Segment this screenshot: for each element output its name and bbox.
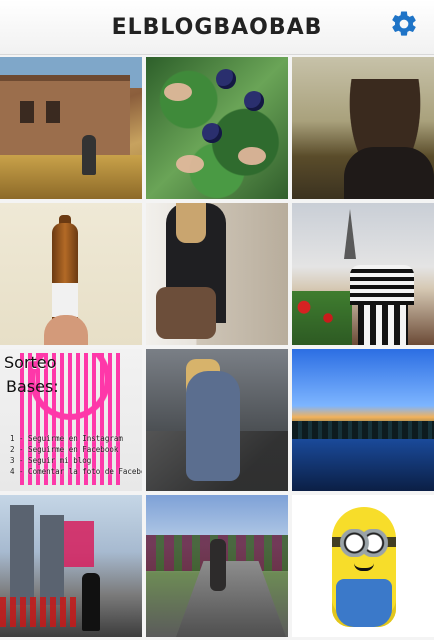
photo-tile-11[interactable] xyxy=(146,495,288,637)
quinoa xyxy=(238,147,266,165)
grass xyxy=(0,155,142,199)
person xyxy=(186,371,240,481)
hand xyxy=(44,315,88,345)
road xyxy=(176,561,286,637)
building xyxy=(40,515,64,605)
blueberry xyxy=(216,69,236,89)
person xyxy=(82,135,96,175)
lake xyxy=(292,439,434,491)
overalls xyxy=(336,579,392,627)
app-header: ELBLOGBAOBAB xyxy=(0,0,434,55)
person xyxy=(82,573,100,631)
window xyxy=(46,101,60,123)
eiffel-tower xyxy=(344,209,356,259)
flowers xyxy=(292,291,352,345)
goggles xyxy=(340,529,388,557)
app-screen: ELBLOGBAOBAB Sorteo Bases: 1 - Seguirme … xyxy=(0,0,434,640)
fence xyxy=(0,597,80,627)
striped-top xyxy=(350,265,414,305)
tile-subheading: Bases: xyxy=(6,377,59,396)
bottle-label xyxy=(52,283,78,317)
quinoa xyxy=(176,155,204,173)
photo-tile-8[interactable] xyxy=(146,349,288,491)
photo-tile-3[interactable] xyxy=(292,57,434,199)
person xyxy=(344,147,434,199)
blueberry xyxy=(244,91,264,111)
photo-tile-10[interactable] xyxy=(0,495,142,637)
blueberry xyxy=(202,123,222,143)
photo-tile-5[interactable] xyxy=(146,203,288,345)
handbag xyxy=(156,287,216,339)
photo-tile-1[interactable] xyxy=(0,57,142,199)
photo-tile-7[interactable]: Sorteo Bases: 1 - Seguirme en Instagram … xyxy=(0,349,142,491)
building xyxy=(10,505,34,605)
billboard xyxy=(64,521,94,567)
photo-tile-4[interactable] xyxy=(0,203,142,345)
tile-rules-text: 1 - Seguirme en Instagram 2 - Seguirme e… xyxy=(10,434,142,476)
striped-skirt xyxy=(358,305,408,345)
photo-tile-9[interactable] xyxy=(292,349,434,491)
settings-button[interactable] xyxy=(388,10,420,42)
photo-tile-2[interactable] xyxy=(146,57,288,199)
window xyxy=(20,101,34,123)
photo-grid: Sorteo Bases: 1 - Seguirme en Instagram … xyxy=(0,57,434,640)
gear-icon xyxy=(389,9,419,44)
person xyxy=(210,539,226,591)
photo-tile-6[interactable] xyxy=(292,203,434,345)
tile-heading: Sorteo xyxy=(4,353,57,372)
quinoa xyxy=(164,83,192,101)
hair xyxy=(176,203,206,243)
page-title: ELBLOGBAOBAB xyxy=(111,14,323,40)
photo-tile-12[interactable] xyxy=(292,495,434,637)
